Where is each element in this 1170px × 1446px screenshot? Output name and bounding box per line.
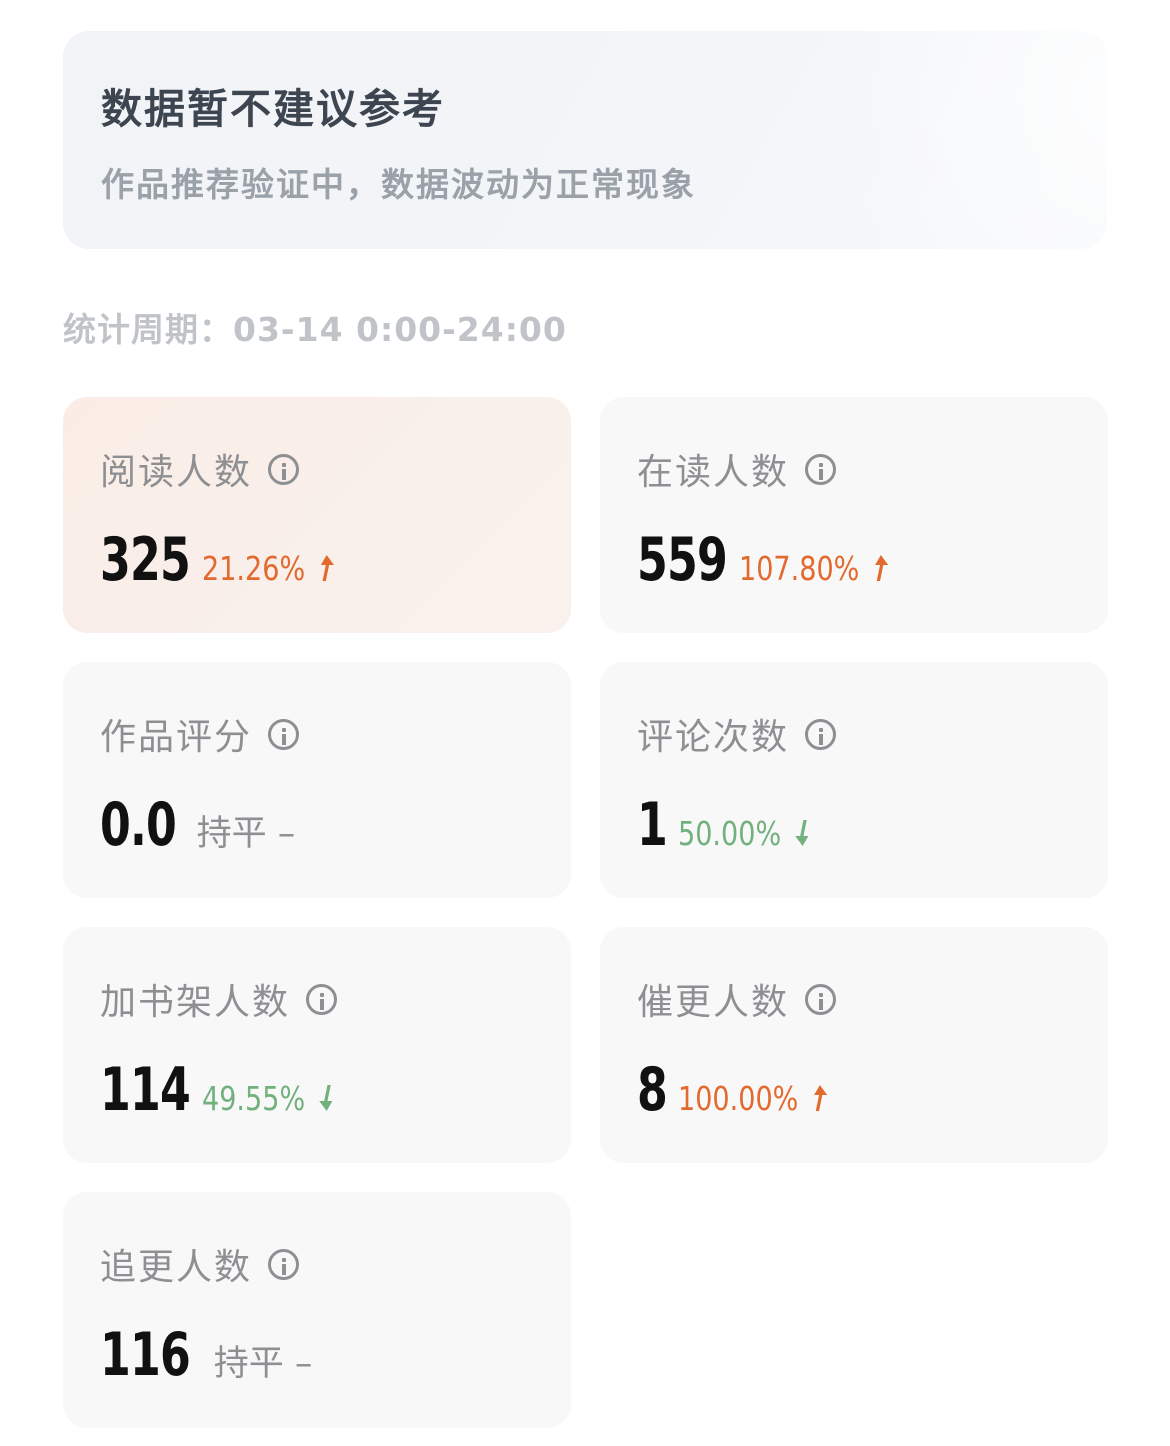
metric-card-comments[interactable]: 评论次数 1 50.00% — [600, 662, 1108, 898]
metric-label: 催更人数 — [637, 982, 790, 1023]
metric-value: 1 — [637, 790, 668, 860]
notice-title: 数据暂不建议参考 — [101, 85, 445, 133]
metric-value: 8 — [637, 1055, 668, 1125]
metric-card-urge-update[interactable]: 催更人数 8 100.00% — [600, 927, 1108, 1163]
metric-change: 107.80% — [739, 549, 891, 588]
metric-change: 100.00% — [678, 1079, 830, 1118]
metric-value: 325 — [100, 525, 191, 595]
metric-label: 加书架人数 — [100, 982, 291, 1023]
info-icon[interactable] — [805, 453, 837, 485]
metric-card-rating[interactable]: 作品评分 0.0 持平 – — [63, 662, 571, 898]
metric-card-followers[interactable]: 追更人数 116 持平 – — [63, 1192, 571, 1428]
metric-label: 作品评分 — [100, 717, 253, 758]
info-icon[interactable] — [805, 983, 837, 1015]
trend-down-icon — [795, 820, 809, 846]
metric-change: 50.00% — [678, 814, 813, 853]
info-icon[interactable] — [268, 453, 300, 485]
metric-card-readers[interactable]: 阅读人数 325 21.26% — [63, 397, 571, 633]
trend-down-icon — [319, 1085, 333, 1111]
metric-change: 持平 – — [196, 814, 296, 854]
metric-card-bookshelf[interactable]: 加书架人数 114 49.55% — [63, 927, 571, 1163]
metric-label: 评论次数 — [637, 717, 790, 758]
metric-label: 阅读人数 — [100, 452, 253, 493]
stat-period: 统计周期：03-14 0:00-24:00 — [63, 303, 567, 351]
metric-value: 559 — [637, 525, 728, 595]
notice-description: 作品推荐验证中，数据波动为正常现象 — [101, 165, 696, 204]
metric-value: 114 — [100, 1055, 191, 1125]
metric-label: 在读人数 — [637, 452, 790, 493]
info-icon[interactable] — [306, 983, 338, 1015]
data-notice-banner: 数据暂不建议参考 作品推荐验证中，数据波动为正常现象 — [63, 31, 1107, 249]
stat-period-label: 统计周期： — [63, 310, 233, 349]
metric-value: 0.0 — [100, 790, 177, 860]
trend-up-icon — [320, 555, 334, 581]
metric-change: 持平 – — [213, 1344, 313, 1384]
metric-label: 追更人数 — [100, 1247, 253, 1288]
banner-decoration — [763, 31, 1107, 249]
stat-period-value: 03-14 0:00-24:00 — [233, 310, 567, 349]
trend-up-icon — [813, 1085, 828, 1111]
info-icon[interactable] — [268, 718, 300, 750]
metric-change: 21.26% — [202, 549, 337, 588]
trend-up-icon — [875, 555, 889, 581]
metric-value: 116 — [100, 1320, 191, 1390]
metric-card-reading-now[interactable]: 在读人数 559 107.80% — [600, 397, 1108, 633]
info-icon[interactable] — [268, 1248, 300, 1280]
metric-change: 49.55% — [202, 1079, 337, 1118]
info-icon[interactable] — [805, 718, 837, 750]
